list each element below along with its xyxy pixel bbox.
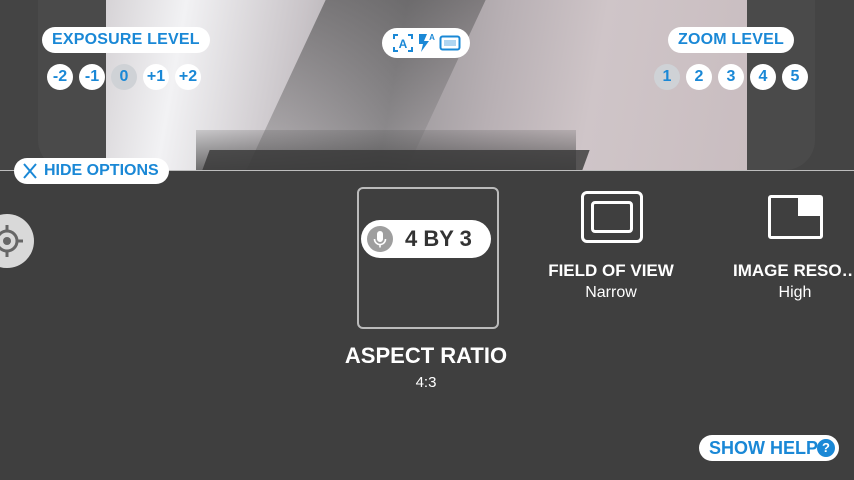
flash-auto-icon: A [416,32,436,59]
help-icon: ? [817,439,835,457]
field-of-view-value: Narrow [585,284,637,301]
crosshair-icon [0,225,23,257]
image-resolution-icon[interactable] [768,195,823,239]
voice-command-hint: 4 BY 3 [361,220,491,258]
screen-icon [439,35,461,56]
field-of-view-icon[interactable] [581,191,643,243]
exposure-chip[interactable]: -1 [79,64,105,90]
aspect-ratio-option-card[interactable] [357,187,499,329]
aspect-ratio-title: ASPECT RATIO [344,343,508,368]
image-resolution-title[interactable]: IMAGE RESO… [733,261,854,281]
zoom-chip[interactable]: 4 [750,64,776,90]
field-of-view-title[interactable]: FIELD OF VIEW [531,261,691,281]
svg-text:A: A [429,33,435,42]
exposure-level-label: EXPOSURE LEVEL [42,27,210,53]
zoom-chip[interactable]: 3 [718,64,744,90]
zoom-chip[interactable]: 2 [686,64,712,90]
exposure-chip[interactable]: +1 [143,64,169,90]
hide-options-button[interactable]: HIDE OPTIONS [14,158,169,184]
capture-mode-indicator[interactable]: A A [382,28,470,58]
svg-text:A: A [399,37,408,51]
zoom-chip[interactable]: 5 [782,64,808,90]
camera-viewfinder[interactable] [106,0,747,170]
voice-hint-text: 4 BY 3 [405,226,472,251]
show-help-button[interactable]: SHOW HELP ? [699,435,839,461]
exposure-chip[interactable]: -2 [47,64,73,90]
exposure-chip-selected[interactable]: 0 [111,64,137,90]
focus-button[interactable] [0,214,34,268]
close-icon [22,158,38,191]
microphone-icon [367,226,393,252]
hide-options-label: HIDE OPTIONS [44,162,159,179]
image-resolution-value: High [778,284,812,301]
show-help-label: SHOW HELP [709,438,819,458]
exposure-chip[interactable]: +2 [175,64,201,90]
zoom-chip-selected[interactable]: 1 [654,64,680,90]
zoom-level-label: ZOOM LEVEL [668,27,794,53]
viewfinder-object [202,150,590,170]
aspect-ratio-value: 4:3 [415,374,437,391]
auto-frame-icon: A [392,33,414,58]
